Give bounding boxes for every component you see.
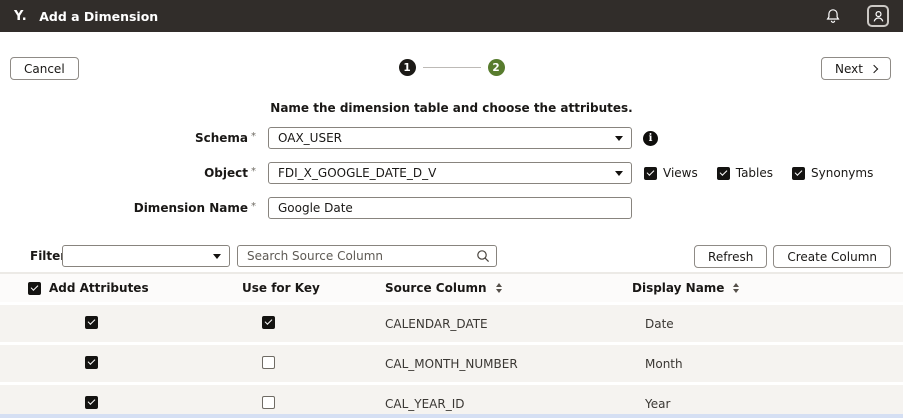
search-icon — [476, 249, 490, 263]
display-name-header[interactable]: Display Name — [630, 281, 903, 295]
object-row: Object* FDI_X_GOOGLE_DATE_D_V Views Tabl… — [0, 162, 903, 184]
select-all-checkbox[interactable] — [28, 282, 41, 295]
dimension-name-input[interactable] — [268, 197, 632, 219]
synonyms-checkbox-item[interactable]: Synonyms — [792, 166, 873, 180]
wizard-subtitle: Name the dimension table and choose the … — [0, 101, 903, 115]
schema-row: Schema* OAX_USER i — [0, 127, 903, 149]
step-1-indicator[interactable]: 1 — [399, 59, 416, 76]
step-2-indicator[interactable]: 2 — [488, 59, 505, 76]
required-asterisk: * — [251, 166, 256, 177]
row-use-for-key-checkbox[interactable] — [262, 396, 275, 409]
app-header-bar: Y. Add a Dimension — [0, 0, 903, 32]
row-use-for-key-checkbox[interactable] — [262, 316, 275, 329]
views-checkbox-item[interactable]: Views — [644, 166, 698, 180]
sort-icon[interactable] — [496, 283, 502, 293]
views-label: Views — [663, 166, 698, 180]
page-title: Add a Dimension — [39, 9, 158, 24]
row-display-name: Year — [630, 397, 903, 411]
row-source-column: CAL_MONTH_NUMBER — [385, 357, 630, 371]
schema-label: Schema* — [0, 131, 256, 145]
add-dimension-page: Y. Add a Dimension Cancel 1 2 Next Name … — [0, 0, 903, 418]
dimension-name-label: Dimension Name* — [0, 201, 256, 215]
object-label: Object* — [0, 166, 256, 180]
source-column-header[interactable]: Source Column — [385, 281, 630, 295]
notifications-bell-icon[interactable] — [825, 8, 841, 24]
user-avatar-icon — [871, 9, 886, 24]
dropdown-arrow-icon — [615, 171, 623, 176]
table-row: CAL_MONTH_NUMBER Month — [0, 345, 903, 382]
filter-select[interactable] — [62, 245, 230, 267]
dimension-form: Schema* OAX_USER i Object* FDI_X_GOOGLE_… — [0, 127, 903, 232]
dropdown-arrow-icon — [615, 136, 623, 141]
synonyms-checkbox[interactable] — [792, 167, 805, 180]
tables-checkbox-item[interactable]: Tables — [717, 166, 773, 180]
add-attributes-header: Add Attributes — [0, 281, 235, 295]
object-select-value: FDI_X_GOOGLE_DATE_D_V — [278, 166, 436, 180]
next-button[interactable]: Next — [821, 57, 891, 80]
app-logo-icon: Y. — [14, 9, 27, 24]
schema-select[interactable]: OAX_USER — [268, 127, 632, 149]
synonyms-label: Synonyms — [811, 166, 873, 180]
next-button-label: Next — [835, 62, 863, 76]
tables-checkbox[interactable] — [717, 167, 730, 180]
step-connector-line — [423, 67, 481, 68]
create-column-button[interactable]: Create Column — [773, 245, 891, 268]
dropdown-arrow-icon — [213, 254, 221, 259]
table-header-row: Add Attributes Use for Key Source Column… — [0, 272, 903, 302]
display-name-header-label: Display Name — [632, 281, 724, 295]
row-use-for-key-checkbox[interactable] — [262, 356, 275, 369]
row-source-column: CALENDAR_DATE — [385, 317, 630, 331]
dimension-name-row: Dimension Name* — [0, 197, 903, 219]
required-asterisk: * — [251, 201, 256, 212]
views-checkbox[interactable] — [644, 167, 657, 180]
sort-icon[interactable] — [733, 283, 739, 293]
table-row: CALENDAR_DATE Date — [0, 305, 903, 342]
row-add-attribute-checkbox[interactable] — [85, 396, 98, 409]
row-display-name: Date — [630, 317, 903, 331]
tables-label: Tables — [736, 166, 773, 180]
user-avatar-button[interactable] — [867, 5, 889, 27]
chevron-right-icon — [870, 65, 878, 73]
search-field-wrap — [237, 245, 497, 267]
row-add-attribute-checkbox[interactable] — [85, 316, 98, 329]
object-type-filters: Views Tables Synonyms — [644, 166, 873, 180]
required-asterisk: * — [251, 131, 256, 142]
row-source-column: CAL_YEAR_ID — [385, 397, 630, 411]
source-column-header-label: Source Column — [385, 281, 487, 295]
wizard-stepper: 1 2 — [0, 59, 903, 76]
row-add-attribute-checkbox[interactable] — [85, 356, 98, 369]
use-for-key-header-label: Use for Key — [242, 281, 320, 295]
table-body: CALENDAR_DATE Date CAL_MONTH_NUMBER Mont… — [0, 305, 903, 418]
object-select[interactable]: FDI_X_GOOGLE_DATE_D_V — [268, 162, 632, 184]
attributes-toolbar: Filter Refresh Create Column — [0, 245, 903, 268]
info-icon[interactable]: i — [643, 131, 658, 146]
search-source-column-input[interactable] — [237, 245, 497, 267]
row-display-name: Month — [630, 357, 903, 371]
next-row-highlight — [0, 414, 903, 418]
add-attributes-header-label: Add Attributes — [49, 281, 149, 295]
toolbar-buttons: Refresh Create Column — [694, 245, 891, 268]
use-for-key-header: Use for Key — [235, 281, 385, 295]
filter-label: Filter — [30, 249, 66, 263]
schema-select-value: OAX_USER — [278, 131, 342, 145]
refresh-button[interactable]: Refresh — [694, 245, 767, 268]
attributes-table: Add Attributes Use for Key Source Column… — [0, 272, 903, 418]
